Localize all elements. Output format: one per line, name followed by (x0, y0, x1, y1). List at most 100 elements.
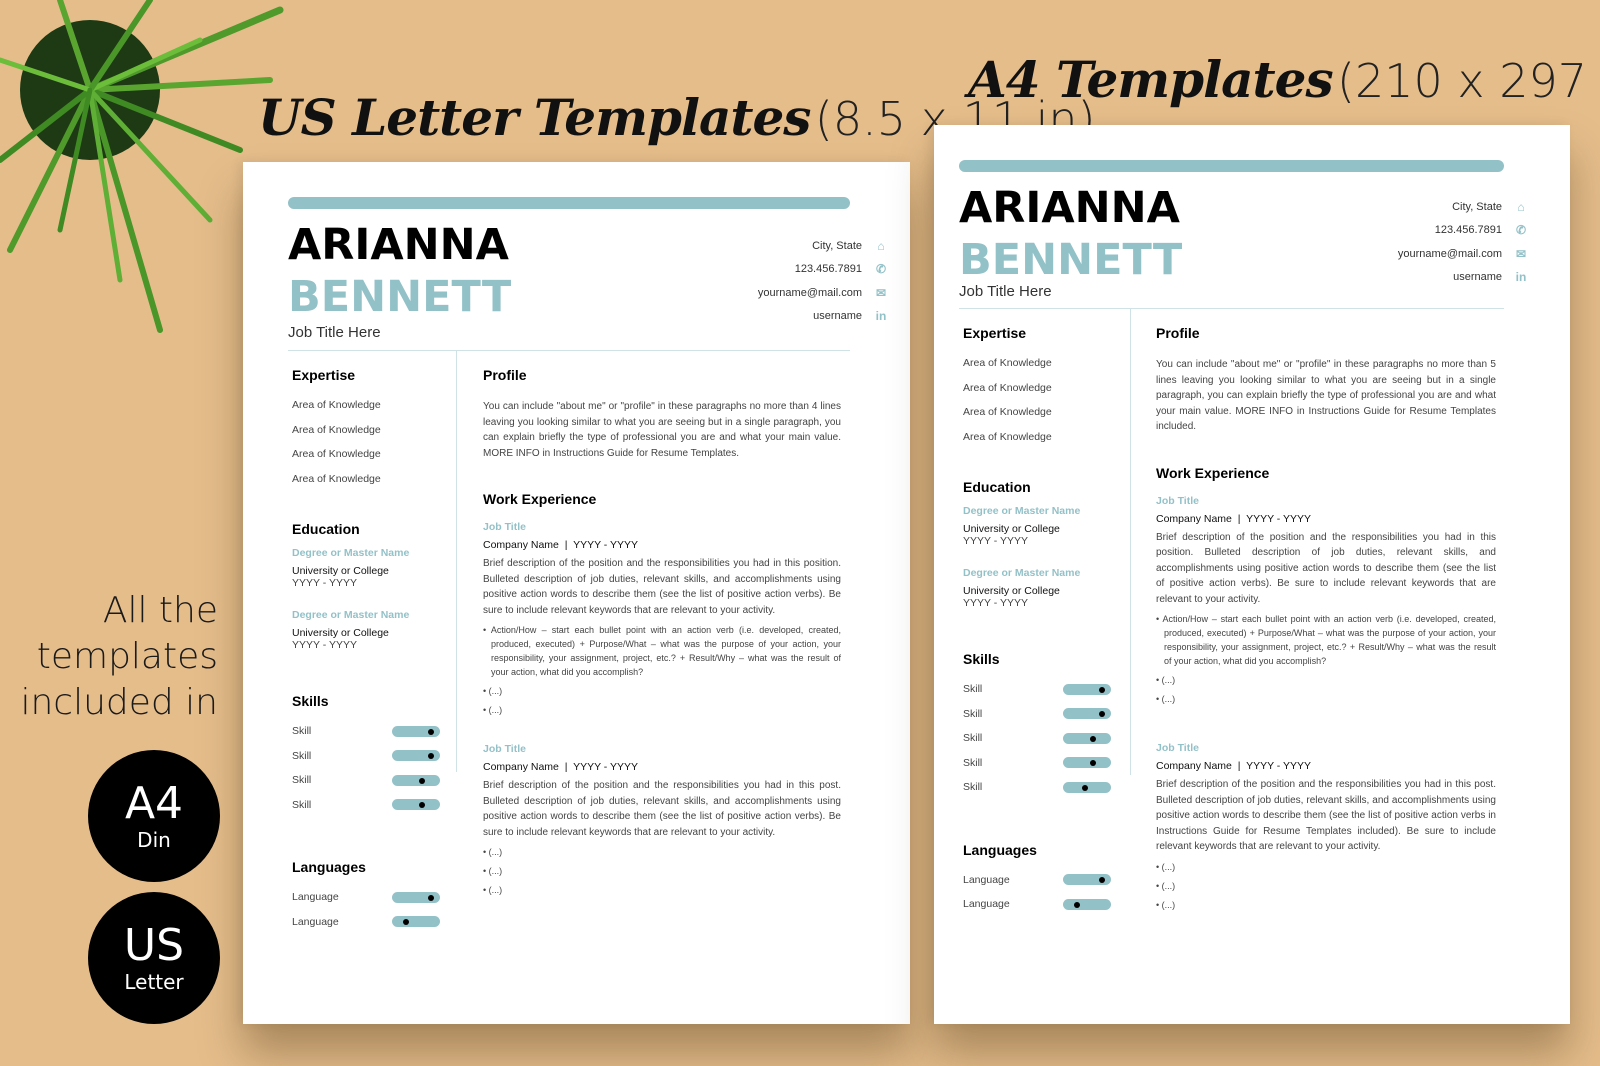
home-icon: ⌂ (1517, 199, 1525, 214)
contact-item: City, State ⌂ (758, 234, 888, 258)
skill-level-bar (1063, 757, 1111, 769)
phone-icon: ✆ (1515, 223, 1527, 238)
contact-item: 123.456.7891 ✆ (1398, 219, 1528, 243)
mail-icon: ✉ (875, 285, 887, 300)
skill-row: Skill (963, 702, 1111, 727)
column-divider (1130, 308, 1131, 775)
education-years: YYYY - YYYY (963, 535, 1028, 547)
skill-level-bar (1063, 683, 1111, 695)
expertise-heading: Expertise (292, 367, 356, 383)
school-name: University or College (292, 627, 389, 639)
us-heading-script: US Letter Templates (258, 88, 811, 147)
job-bullet: • (...) (483, 686, 503, 696)
job-title: Job Title Here (288, 324, 381, 341)
language-row: Language (963, 868, 1111, 893)
contact-text: 123.456.7891 (794, 263, 862, 276)
language-row: Language (292, 910, 440, 935)
expertise-item: Area of Knowledge (963, 357, 1052, 369)
company-and-years: Company Name | YYYY - YYYY (1156, 512, 1312, 525)
last-name: BENNETT (959, 235, 1183, 285)
contact-item: 123.456.7891 ✆ (758, 258, 888, 282)
job-entry-title: Job Title (1156, 742, 1199, 754)
a4-heading: A4 Templates (210 x 297 mm) (968, 50, 1600, 109)
skill-level-bar (392, 774, 440, 786)
skill-level-bar (392, 725, 440, 737)
expertise-item: Area of Knowledge (963, 430, 1052, 443)
contact-item: yourname@mail.com ✉ (758, 281, 888, 305)
school-name: University or College (963, 523, 1060, 535)
education-heading: Education (292, 521, 360, 537)
caption-line: templates (36, 636, 218, 677)
language-level-bar (392, 916, 440, 928)
job-bullet: • (...) (1156, 861, 1176, 872)
language-level-dot (1073, 901, 1080, 908)
first-name: ARIANNA (288, 220, 509, 270)
skill-label: Skill (292, 798, 312, 811)
skill-level-dot (419, 802, 426, 809)
language-level-dot (427, 894, 434, 901)
skill-row: Skill (963, 751, 1111, 776)
mail-icon: ✉ (1515, 246, 1527, 261)
language-label: Language (963, 873, 1010, 886)
right-column: Profile You can include "about me" or "pr… (1156, 325, 1496, 912)
skill-level-dot (1090, 735, 1097, 742)
expertise-item: Area of Knowledge (292, 399, 381, 411)
skill-level-dot (1098, 686, 1105, 693)
right-column: Profile You can include "about me" or "pr… (483, 367, 841, 897)
skill-level-dot (419, 777, 426, 784)
skill-level-dot (427, 728, 434, 735)
header-accent-bar (288, 197, 850, 209)
a4-resume-page: ARIANNA BENNETT Job Title Here City, State ⌂… (934, 125, 1570, 1024)
contact-list: City, State ⌂ 123.456.7891 ✆ yourname@mail.c… (758, 234, 888, 328)
contact-text: City, State (812, 239, 862, 252)
job-bullet: • (...) (1156, 675, 1176, 685)
contact-list: City, State ⌂ 123.456.7891 ✆ yourname@mail.c… (1398, 195, 1528, 289)
job-bullet: • (...) (1156, 880, 1176, 891)
contact-text: yourname@mail.com (757, 286, 862, 299)
skill-row: Skill (292, 793, 440, 818)
language-level-bar (392, 891, 440, 903)
education-years: YYYY - YYYY (292, 639, 357, 651)
skill-level-dot (1082, 784, 1088, 791)
degree-name: Degree or Master Name (963, 567, 1081, 579)
first-name: ARIANNA (959, 183, 1180, 233)
job-entry-title: Job Title (483, 743, 526, 755)
job-description: Brief description of the position and th… (483, 780, 841, 838)
skills-heading: Skills (292, 693, 329, 709)
work-experience-heading: Work Experience (1156, 464, 1270, 481)
language-row: Language (963, 892, 1111, 917)
language-level-bar (1063, 874, 1111, 886)
skill-row: Skill (963, 677, 1111, 702)
contact-item: username in (758, 305, 888, 329)
included-caption: All the templates included in (20, 588, 218, 726)
skill-row: Skill (292, 719, 440, 744)
expertise-item: Area of Knowledge (292, 423, 381, 436)
job-entry-title: Job Title (483, 521, 526, 533)
contact-text: yourname@mail.com (1397, 247, 1502, 260)
header-divider (959, 308, 1504, 309)
school-name: University or College (292, 565, 389, 577)
degree-name: Degree or Master Name (292, 609, 410, 621)
contact-text: username (1453, 271, 1502, 284)
skill-label: Skill (963, 781, 983, 794)
contact-text: City, State (1452, 200, 1502, 213)
header-accent-bar (959, 160, 1504, 172)
language-label: Language (292, 915, 339, 928)
job-bullet: • (...) (483, 866, 503, 876)
job-bullet: • (...) (483, 847, 503, 857)
home-icon: ⌂ (877, 238, 885, 253)
contact-item: username in (1398, 266, 1528, 290)
last-name: BENNETT (288, 272, 512, 322)
us-letter-resume-page: ARIANNA BENNETT Job Title Here City, State ⌂… (243, 162, 910, 1024)
column-divider (456, 350, 457, 772)
work-experience-heading: Work Experience (483, 491, 597, 507)
job-bullet: • (...) (483, 705, 503, 715)
expertise-item: Area of Knowledge (963, 381, 1052, 394)
skill-level-dot (1098, 711, 1105, 718)
skill-label: Skill (292, 774, 312, 787)
job-description: Brief description of the position and th… (483, 558, 841, 616)
job-bullet: • (...) (483, 885, 503, 895)
skill-level-bar (1063, 781, 1111, 793)
a4-heading-script: A4 Templates (968, 50, 1334, 109)
badge-sub-text: Letter (124, 970, 184, 994)
